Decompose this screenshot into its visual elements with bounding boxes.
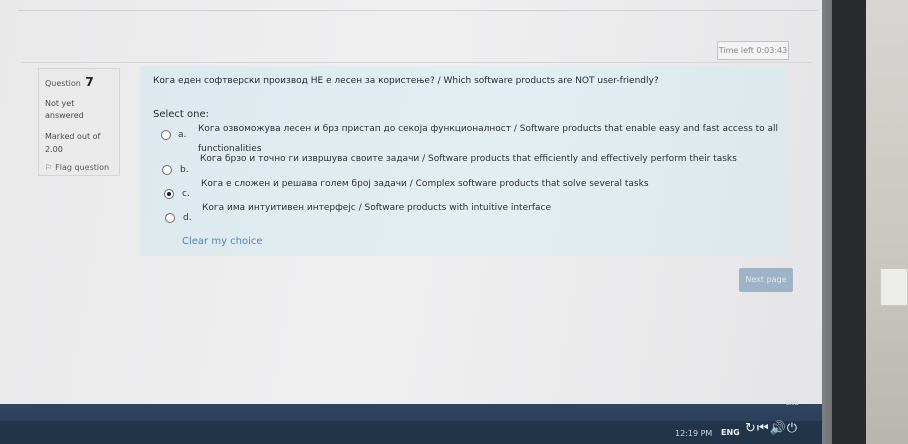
option-a-text-line1[interactable]: Кога озвоможува лесен и брз пристап до с…: [198, 124, 778, 134]
state-line-2: answered: [45, 111, 84, 120]
power-icon[interactable]: ⏻: [787, 421, 798, 436]
question-info-panel: Question 7 Not yet answered Marked out o…: [38, 68, 120, 176]
option-c-letter: c.: [182, 189, 190, 199]
option-c-radio[interactable]: [164, 189, 174, 199]
taskbar-clock[interactable]: 12:19 PM: [675, 429, 712, 438]
browser-screen: Time left 0:03:43 Question 7 Not yet ans…: [0, 0, 860, 444]
question-number: 7: [85, 75, 94, 89]
option-b-letter: b.: [180, 165, 189, 175]
marked-out-of-value: 2.00: [45, 145, 63, 154]
option-d-radio[interactable]: [165, 213, 175, 223]
question-number-row: Question 7: [45, 75, 113, 89]
question-grade: Marked out of 2.00: [45, 130, 113, 156]
taskbar-language-indicator[interactable]: ENG: [721, 428, 740, 437]
option-c-text[interactable]: Кога е сложен и решава голем број задачи…: [201, 179, 649, 189]
media-previous-icon[interactable]: ⏮: [757, 421, 770, 436]
option-a-text-line2[interactable]: functionalities: [198, 144, 262, 154]
option-d-letter: d.: [183, 213, 192, 223]
question-state: Not yet answered: [45, 98, 113, 122]
monitor-bezel-edge: [832, 0, 866, 444]
refresh-icon[interactable]: ↻: [745, 421, 757, 436]
option-a-letter: a.: [178, 130, 187, 140]
tray-icons: ↻⏮🔊⏻: [745, 421, 798, 436]
clear-choice-link[interactable]: Clear my choice: [182, 236, 263, 247]
marked-out-of-label: Marked out of: [45, 132, 101, 141]
flag-icon: ⚐: [45, 163, 53, 172]
background-object: [880, 268, 908, 306]
taskbar-language-top[interactable]: ENG: [786, 400, 799, 407]
option-b-radio[interactable]: [162, 165, 172, 175]
flag-question-label: Flag question: [55, 163, 110, 172]
next-page-button[interactable]: Next page: [739, 268, 793, 292]
select-one-label: Select one:: [153, 109, 210, 120]
question-content-box: Кога еден софтверски производ НЕ е лесен…: [140, 66, 788, 256]
state-line-1: Not yet: [45, 99, 75, 108]
top-divider: [18, 10, 818, 11]
option-d-text[interactable]: Кога има интуитивен интерфејс / Software…: [202, 203, 551, 213]
option-a-radio[interactable]: [161, 130, 171, 140]
background-wall: [866, 0, 908, 444]
volume-icon[interactable]: 🔊: [770, 421, 787, 436]
option-b-text[interactable]: Кога брзо и точно ги извршува своите зад…: [200, 154, 737, 164]
header-divider: [22, 62, 812, 63]
flag-question-link[interactable]: ⚐ Flag question: [45, 163, 113, 172]
time-left-timer: Time left 0:03:43: [717, 41, 789, 60]
question-label: Question: [45, 79, 81, 88]
question-text: Кога еден софтверски производ НЕ е лесен…: [153, 76, 659, 86]
